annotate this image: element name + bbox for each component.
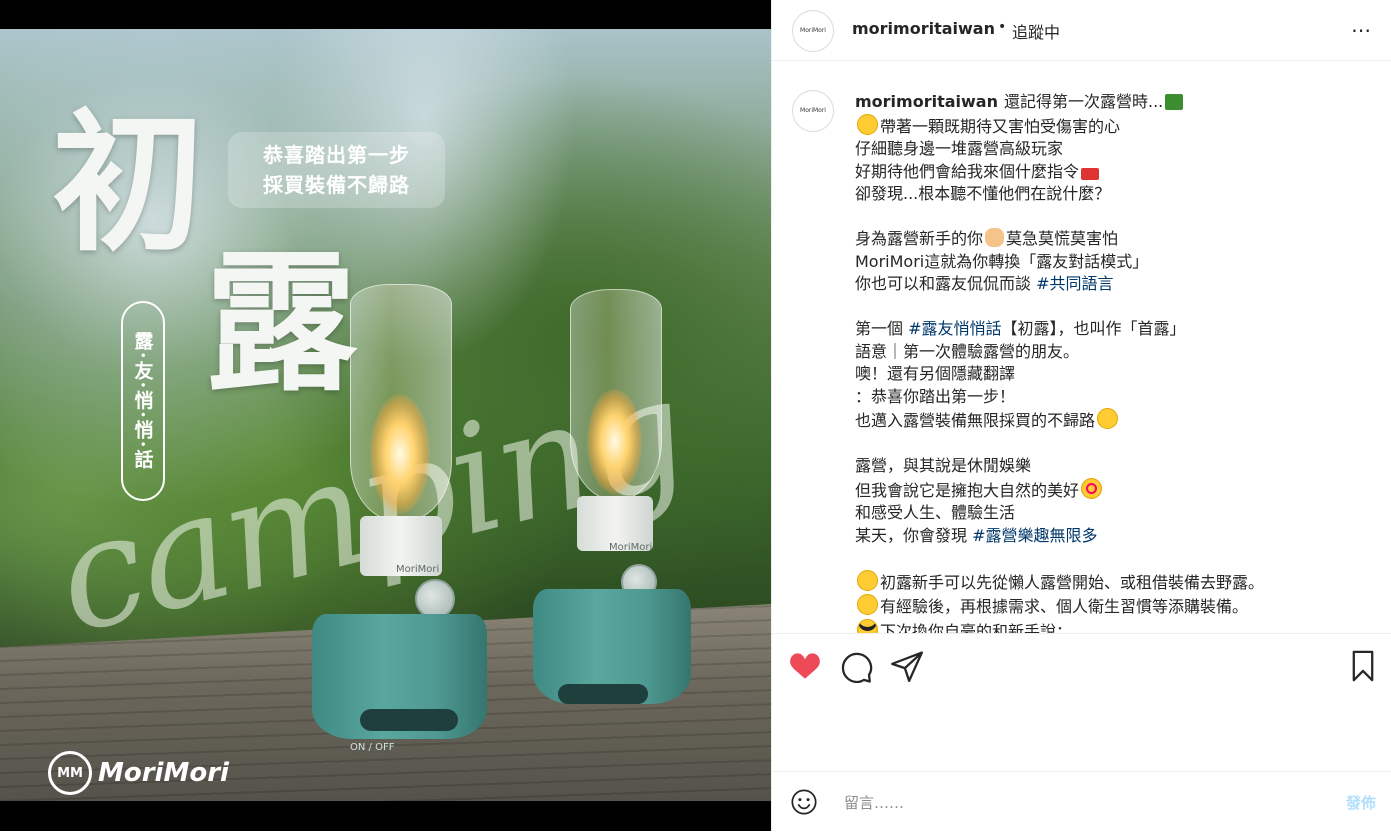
logo-mark-icon: MM — [48, 751, 92, 795]
caption-text: 帶著一顆既期待又害怕受傷害的心 — [880, 116, 1121, 136]
caption-text: 身為露營新手的你 — [855, 229, 984, 248]
megaphone-icon — [1081, 167, 1100, 180]
comment-icon[interactable] — [840, 649, 874, 683]
caption-text: 第一個 — [855, 319, 909, 338]
logo-wordmark: MoriMori — [98, 758, 229, 788]
banner-line-2: 採買裝備不歸路 — [263, 173, 410, 197]
hashtag-link[interactable]: #露營樂趣無限多 — [972, 526, 1097, 545]
caption-line: 身為露營新手的你 莫急莫慌莫害怕 — [855, 228, 1375, 251]
post-media[interactable]: camping 初 露 恭喜踏出第一步 採買裝備不歸路 露·友·悄·悄·話 Mo… — [0, 0, 771, 831]
add-comment-bar: 發佈 — [772, 771, 1391, 832]
avatar-logo-text: MoriMori — [800, 107, 826, 114]
share-icon[interactable] — [890, 649, 924, 683]
caption-line: 帶著一顆既期待又害怕受傷害的心 — [855, 113, 1375, 139]
banner-line-1: 恭喜踏出第一步 — [263, 143, 410, 167]
lamp-switch-label: ON / OFF — [350, 742, 395, 753]
caption-text: 下次換你自豪的和新手說： — [880, 621, 1073, 634]
caption-username[interactable]: morimoritaiwan — [855, 92, 998, 111]
flame-glow — [587, 389, 642, 494]
caption-line: 有經驗後，再根據需求、個人衛生習慣等添購裝備。 — [855, 594, 1375, 619]
author-username[interactable]: morimoritaiwan — [852, 19, 995, 38]
post-side-panel: MoriMori morimoritaiwan • 追蹤中 ⋯ MoriMori… — [771, 0, 1391, 831]
headline-char-1: 初 — [52, 93, 204, 272]
caption-line: 下次換你自豪的和新手說： — [855, 618, 1375, 634]
post-comment-button[interactable]: 發佈 — [1346, 792, 1376, 813]
emoji-picker-icon[interactable] — [790, 788, 818, 816]
caption-line: 初露新手可以先從懶人露營開始、或租借裝備去野露。 — [855, 569, 1375, 595]
flame-glow — [370, 394, 430, 514]
caption-line: 但我會說它是擁抱大自然的美好 — [855, 477, 1375, 503]
comment-input[interactable] — [842, 790, 1316, 816]
brand-logo: MM MoriMori — [48, 751, 229, 795]
caption-avatar[interactable]: MoriMori — [792, 90, 834, 132]
caption-text: 但我會說它是擁抱大自然的美好 — [855, 480, 1080, 500]
caption-text: 某天，你會發現 — [855, 525, 973, 545]
lamp-brand-label: MoriMori — [609, 542, 653, 553]
more-options-icon[interactable]: ⋯ — [1351, 18, 1372, 42]
caption-text: 還記得第一次露營時... — [1003, 92, 1164, 111]
caption-text: 【初露】，也叫作「首露」 — [1001, 319, 1186, 338]
caption-line: 噢！還有另個隱藏翻譯 — [855, 364, 1016, 383]
author-avatar[interactable]: MoriMori — [792, 10, 834, 52]
caption-line: 語意｜第一次體驗露營的朋友。 — [855, 341, 1080, 361]
lantern-speaker-left: MoriMori ON / OFF — [300, 284, 500, 754]
heart-icon[interactable] — [788, 649, 822, 683]
tent-icon — [1165, 94, 1184, 110]
caption-line: morimoritaiwan 還記得第一次露營時... — [855, 91, 1375, 114]
sunglasses-emoji — [857, 618, 878, 633]
caption-line: 卻發現...根本聽不懂他們在說什麼？ — [855, 184, 1111, 203]
vertical-label: 露·友·悄·悄·話 — [121, 301, 165, 501]
post-caption: morimoritaiwan 還記得第一次露營時... 帶著一顆既期待又害怕受傷害… — [855, 91, 1375, 633]
yellow-circle-icon — [857, 569, 878, 591]
following-button[interactable]: 追蹤中 — [1012, 19, 1060, 43]
grin-sweat-emoji — [1097, 408, 1119, 429]
lamp-brand-label: MoriMori — [396, 564, 440, 575]
caption-line: 露營，與其說是休閒娛樂 — [855, 456, 1032, 475]
caption-line: 某天，你會發現 #露營樂趣無限多 — [855, 525, 1375, 548]
dimmer-knob — [415, 579, 455, 619]
post-actions — [772, 633, 1391, 706]
post-photo: camping 初 露 恭喜踏出第一步 採買裝備不歸路 露·友·悄·悄·話 Mo… — [0, 29, 771, 801]
caption-line: MoriMori這就為你轉換「露友對話模式」 — [855, 251, 1149, 271]
avatar-logo-text: MoriMori — [800, 27, 826, 34]
caption-line: 也邁入露營裝備無限採買的不歸路 — [855, 408, 1375, 433]
ok-hand-emoji — [985, 228, 1005, 247]
caption-line: 第一個 #露友悄悄話【初露】，也叫作「首露」 — [855, 318, 1375, 341]
caption-line: 好期待他們會給我來個什麼指令 — [855, 161, 1375, 184]
post-header: MoriMori morimoritaiwan • 追蹤中 ⋯ — [772, 0, 1391, 61]
heart-eyes-emoji — [1081, 477, 1103, 499]
caption-text: 你也可以和露友侃侃而談 — [855, 274, 1037, 293]
caption-line: 仔細聽身邊一堆露營高級玩家 — [855, 139, 1064, 158]
caption-text: 也邁入露營裝備無限採買的不歸路 — [855, 411, 1096, 430]
caption-line: 和感受人生、體驗生活 — [855, 503, 1016, 522]
header-separator: • — [998, 19, 1007, 35]
caption-text: 初露新手可以先從懶人露營開始、或租借裝備去野露。 — [880, 572, 1265, 592]
speaker-slot — [360, 709, 458, 731]
yellow-circle-icon — [857, 594, 878, 615]
caption-line: 你也可以和露友侃侃而談 #共同語言 — [855, 273, 1375, 296]
save-bookmark-icon[interactable] — [1346, 649, 1380, 683]
promo-banner: 恭喜踏出第一步 採買裝備不歸路 — [228, 132, 445, 208]
caption-text: 莫急莫慌莫害怕 — [1006, 229, 1119, 248]
caption-text: 有經驗後，再根據需求、個人衛生習慣等添購裝備。 — [880, 597, 1249, 616]
caption-scroll-area[interactable]: MoriMori morimoritaiwan 還記得第一次露營時... 帶著一顆… — [772, 70, 1391, 633]
instagram-post-modal: camping 初 露 恭喜踏出第一步 採買裝備不歸路 露·友·悄·悄·話 Mo… — [0, 0, 1391, 831]
hashtag-link[interactable]: #露友悄悄話 — [908, 319, 1001, 338]
lantern-speaker-right: MoriMori — [525, 289, 700, 719]
caption-text: 好期待他們會給我來個什麼指令 — [855, 161, 1080, 181]
hashtag-link[interactable]: #共同語言 — [1036, 274, 1113, 293]
caption-line: ：恭喜你踏出第一步！ — [855, 386, 1016, 406]
speaker-slot — [558, 684, 648, 704]
grimace-emoji — [857, 113, 878, 135]
